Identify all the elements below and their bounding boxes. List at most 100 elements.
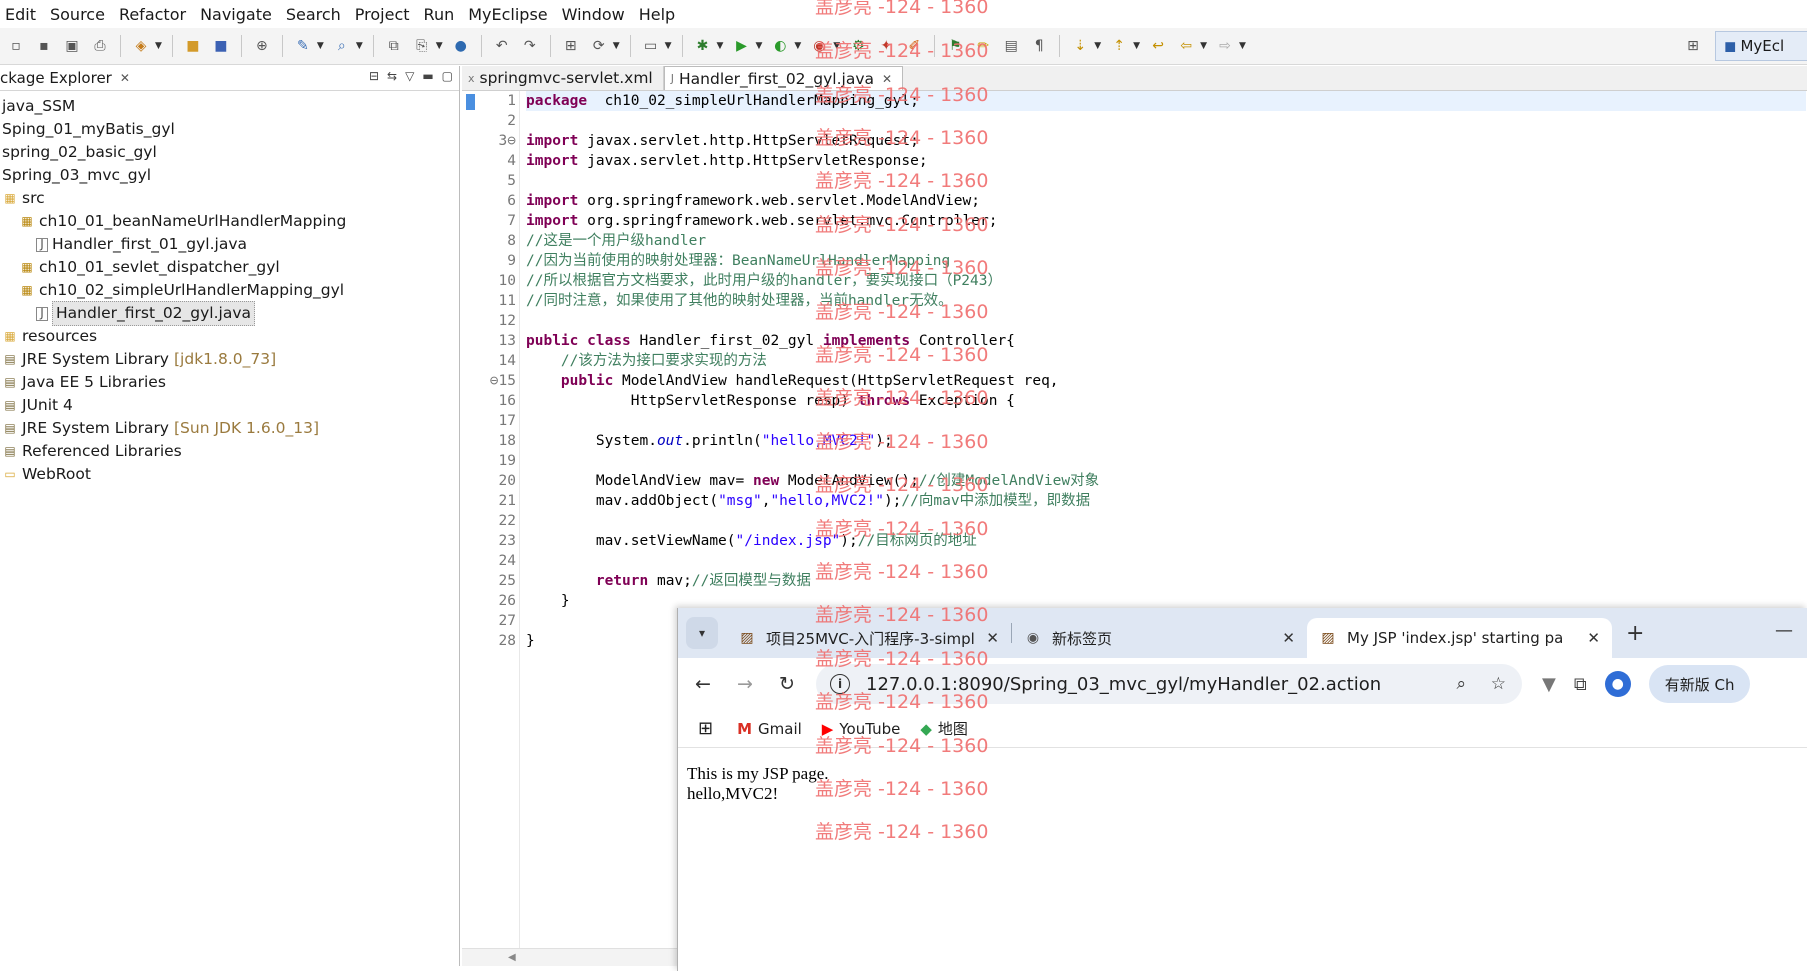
annotation-icon[interactable]: ⚑	[944, 35, 966, 57]
new-project-icon[interactable]: ◈	[130, 35, 152, 57]
menu-item[interactable]: Edit	[0, 0, 45, 28]
editor-tab[interactable]: x springmvc-servlet.xml	[462, 66, 664, 90]
plugin-icon[interactable]: ✦	[875, 35, 897, 57]
connector-icon[interactable]: ⚙	[847, 35, 869, 57]
next-annotation-icon[interactable]: ⇣	[1069, 35, 1091, 57]
run-icon[interactable]: ▶	[730, 35, 752, 57]
bookmark-youtube[interactable]: ▶ YouTube	[822, 720, 901, 738]
chevron-down-icon[interactable]: ▼	[1094, 41, 1101, 51]
tree-item[interactable]: ▦ ch10_01_sevlet_dispatcher_gyl	[0, 256, 459, 279]
tree-item[interactable]: ▦ resources	[0, 325, 459, 348]
chevron-down-icon[interactable]: ▼	[356, 41, 363, 51]
chevron-down-icon[interactable]: ▼	[833, 41, 840, 51]
minimize-window-icon[interactable]: —	[1775, 620, 1793, 641]
tree-item[interactable]: ▤ JRE System Library [Sun JDK 1.6.0_13]	[0, 417, 459, 440]
back-icon[interactable]: ⇦	[1175, 35, 1197, 57]
apps-grid-icon[interactable]: ⊞	[698, 718, 713, 739]
tree-item[interactable]: ▤ JRE System Library [jdk1.8.0_73]	[0, 348, 459, 371]
tree-item[interactable]: ▤ Referenced Libraries	[0, 440, 459, 463]
chevron-down-icon[interactable]: ▼	[436, 41, 443, 51]
extension-v-icon[interactable]: ▼	[1542, 674, 1556, 695]
chevron-down-icon[interactable]: ▼	[665, 41, 672, 51]
prev-annotation-icon[interactable]: ⇡	[1108, 35, 1130, 57]
tree-item[interactable]: Sping_01_myBatis_gyl	[0, 118, 459, 141]
new-version-button[interactable]: 有新版 Ch	[1648, 665, 1751, 703]
bookmark-gmail[interactable]: M Gmail	[737, 720, 802, 738]
code-area[interactable]: package ch10_02_simpleUrlHandlerMapping_…	[526, 91, 1806, 651]
last-edit-icon[interactable]: ↩	[1147, 35, 1169, 57]
tree-item[interactable]: ▤ Java EE 5 Libraries	[0, 371, 459, 394]
save-icon[interactable]: ▪	[33, 35, 55, 57]
tree-item[interactable]: spring_02_basic_gyl	[0, 141, 459, 164]
perspective-button[interactable]: ◼ MyEcl	[1715, 31, 1807, 61]
extensions-icon[interactable]: ⧉	[1574, 674, 1587, 695]
link-with-editor-icon[interactable]: ⇆	[387, 69, 397, 83]
open-perspective-icon[interactable]: ⊞	[1682, 35, 1704, 57]
tree-item[interactable]: J Handler_first_01_gyl.java	[0, 233, 459, 256]
redo-edit-icon[interactable]: ↷	[519, 35, 541, 57]
menu-item[interactable]: MyEclipse	[463, 0, 556, 28]
pen-icon[interactable]: ✐	[903, 35, 925, 57]
bookmark-star-icon[interactable]: ☆	[1491, 674, 1506, 694]
package-explorer-tab[interactable]: ckage Explorer ✕ ⊟ ⇆ ▽ ▬ ▢	[0, 66, 459, 91]
block-select-icon[interactable]: ▤	[1000, 35, 1022, 57]
wizard-icon[interactable]: ✎	[292, 35, 314, 57]
browser-tab-active[interactable]: ▨ My JSP 'index.jsp' starting pa ✕	[1307, 618, 1612, 658]
tree-item[interactable]: java_SSM	[0, 95, 459, 118]
back-icon[interactable]: ←	[686, 667, 720, 701]
refresh-icon[interactable]: ⟳	[588, 35, 610, 57]
highlight-icon[interactable]: ✏	[972, 35, 994, 57]
browser-tab[interactable]: ◉ 新标签页 ✕	[1012, 618, 1307, 658]
globe-icon[interactable]: ●	[450, 35, 472, 57]
chevron-down-icon[interactable]: ▼	[755, 41, 762, 51]
collapse-all-icon[interactable]: ⊟	[369, 69, 379, 83]
chevron-down-icon[interactable]: ▼	[613, 41, 620, 51]
web-browser-icon[interactable]: ⊕	[251, 35, 273, 57]
debug-icon[interactable]: ✱	[692, 35, 714, 57]
reload-icon[interactable]: ↻	[770, 667, 804, 701]
address-bar[interactable]: i 127.0.0.1:8090/Spring_03_mvc_gyl/myHan…	[816, 664, 1522, 704]
view-menu-icon[interactable]: ▽	[405, 69, 414, 83]
chevron-down-icon[interactable]: ▼	[717, 41, 724, 51]
tree-item[interactable]: ▦ src	[0, 187, 459, 210]
close-icon[interactable]: ✕	[986, 629, 999, 647]
chevron-down-icon[interactable]: ▼	[1133, 41, 1140, 51]
new-tab-icon[interactable]: +	[1626, 621, 1644, 646]
search-tool-icon[interactable]: ⌕	[331, 35, 353, 57]
tree-item[interactable]: J Handler_first_02_gyl.java	[0, 301, 459, 326]
zoom-icon[interactable]: ⌕	[1456, 674, 1466, 694]
server-icon[interactable]: ■	[210, 35, 232, 57]
tree-item[interactable]: ▭ WebRoot	[0, 463, 459, 486]
forward-icon[interactable]: ⇨	[1214, 35, 1236, 57]
horizontal-scrollbar[interactable]: ◀	[462, 948, 682, 966]
new-icon[interactable]: ▫	[5, 35, 27, 57]
new-class-icon[interactable]: ⊞	[560, 35, 582, 57]
menu-item[interactable]: Search	[281, 0, 350, 28]
coverage-icon[interactable]: ◐	[769, 35, 791, 57]
open-resource-icon[interactable]: ⎘	[411, 35, 433, 57]
close-icon[interactable]: ✕	[882, 72, 892, 86]
maximize-icon[interactable]: ▢	[442, 69, 453, 83]
print-icon[interactable]: ⎙	[89, 35, 111, 57]
save-all-icon[interactable]: ▣	[61, 35, 83, 57]
menu-item[interactable]: Project	[350, 0, 419, 28]
paragraph-icon[interactable]: ¶	[1028, 35, 1050, 57]
tab-search-button[interactable]: ▾	[686, 617, 718, 649]
editor-tab-active[interactable]: J Handler_first_02_gyl.java ✕	[663, 66, 904, 90]
chevron-down-icon[interactable]: ▼	[1200, 41, 1207, 51]
menu-item[interactable]: Source	[45, 0, 114, 28]
forward-icon[interactable]: →	[728, 667, 762, 701]
chevron-down-icon[interactable]: ▼	[1239, 41, 1246, 51]
browser-tab[interactable]: ▨ 项目25MVC-入门程序-3-simpl ✕	[726, 618, 1011, 658]
close-icon[interactable]: ✕	[120, 71, 130, 85]
chevron-down-icon[interactable]: ▼	[794, 41, 801, 51]
site-info-icon[interactable]: i	[830, 674, 850, 694]
menu-item[interactable]: Help	[634, 0, 684, 28]
avatar[interactable]: ●	[1604, 671, 1631, 697]
chevron-down-icon[interactable]: ▼	[317, 41, 324, 51]
chevron-down-icon[interactable]: ▼	[155, 41, 162, 51]
menu-item[interactable]: Navigate	[195, 0, 281, 28]
menu-item[interactable]: Run	[419, 0, 464, 28]
tree-item[interactable]: ▤ JUnit 4	[0, 394, 459, 417]
undo-edit-icon[interactable]: ↶	[491, 35, 513, 57]
